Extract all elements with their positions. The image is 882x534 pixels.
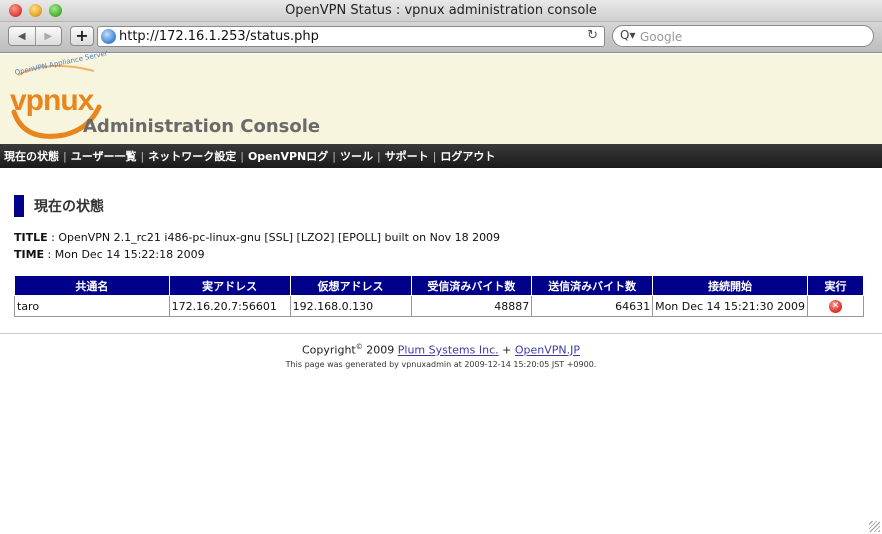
cell-common-name: taro — [14, 295, 170, 317]
openvpn-jp-link[interactable]: OpenVPN.JP — [515, 344, 580, 357]
window-titlebar: OpenVPN Status : vpnux administration co… — [0, 0, 882, 22]
time-value: : Mon Dec 14 15:22:18 2009 — [44, 248, 205, 261]
cell-real-address: 172.16.20.7:56601 — [168, 295, 291, 317]
menu-item-support[interactable]: サポート — [385, 148, 429, 164]
nav-button-group: ◀ ▶ — [8, 26, 62, 46]
column-header-bytes-sent[interactable]: 送信済みバイト数 — [531, 275, 654, 296]
time-info: TIME : Mon Dec 14 15:22:18 2009 — [14, 248, 205, 261]
section-heading: 現在の状態 — [14, 195, 104, 217]
main-menu: 現在の状態 | ユーザー一覧 | ネットワーク設定 | OpenVPNログ | … — [0, 144, 882, 168]
menu-item-network[interactable]: ネットワーク設定 — [148, 148, 236, 164]
window-title: OpenVPN Status : vpnux administration co… — [285, 3, 597, 18]
browser-toolbar: ◀ ▶ + http://172.16.1.253/status.php ↻ Q… — [0, 22, 882, 53]
cell-virtual-address: 192.168.0.130 — [289, 295, 412, 317]
delete-icon[interactable]: ✕ — [829, 299, 843, 313]
table-row: taro 172.16.20.7:56601 192.168.0.130 488… — [14, 295, 864, 317]
page-header: OpenVPN Appliance Server vpnux Administr… — [0, 49, 882, 144]
globe-icon — [101, 29, 116, 44]
copyright-year: 2009 — [362, 343, 398, 357]
resize-grip-icon[interactable] — [869, 521, 880, 532]
column-header-common-name[interactable]: 共通名 — [14, 275, 170, 296]
copyright-prefix: Copyright — [302, 343, 356, 357]
logo-text: vpnux — [10, 84, 94, 117]
menu-item-status[interactable]: 現在の状態 — [4, 148, 59, 164]
time-label: TIME — [14, 248, 45, 261]
cell-action: ✕ — [807, 295, 864, 317]
search-box[interactable]: Q▾ — [612, 25, 874, 47]
column-header-virtual-address[interactable]: 仮想アドレス — [289, 275, 412, 296]
column-header-connected-since[interactable]: 接続開始 — [652, 275, 809, 296]
console-title: Administration Console — [83, 116, 321, 137]
search-icon[interactable]: Q▾ — [620, 28, 635, 42]
url-text[interactable]: http://172.16.1.253/status.php — [119, 29, 319, 44]
column-header-action: 実行 — [807, 275, 864, 296]
back-button[interactable]: ◀ — [9, 27, 35, 45]
title-label: TITLE — [14, 231, 48, 244]
plum-systems-link[interactable]: Plum Systems Inc. — [398, 344, 499, 357]
forward-button[interactable]: ▶ — [34, 27, 62, 45]
page-title: 現在の状態 — [34, 199, 104, 215]
menu-item-log[interactable]: OpenVPNログ — [248, 148, 328, 164]
footer-generated: This page was generated by vpnuxadmin at… — [285, 360, 597, 369]
copyright-symbol: © — [355, 343, 363, 351]
menu-separator: | — [432, 149, 437, 163]
address-bar[interactable]: http://172.16.1.253/status.php ↻ — [97, 26, 605, 47]
cell-bytes-sent: 64631 — [531, 295, 654, 317]
menu-item-tools[interactable]: ツール — [340, 148, 373, 164]
connection-table: 共通名 実アドレス 仮想アドレス 受信済みバイト数 送信済みバイト数 接続開始 … — [14, 275, 864, 317]
column-header-bytes-received[interactable]: 受信済みバイト数 — [410, 275, 533, 296]
menu-separator: | — [140, 149, 145, 163]
add-bookmark-button[interactable]: + — [70, 26, 94, 46]
menu-item-logout[interactable]: ログアウト — [440, 148, 495, 164]
table-header-row: 共通名 実アドレス 仮想アドレス 受信済みバイト数 送信済みバイト数 接続開始 … — [14, 275, 864, 296]
title-info: TITLE : OpenVPN 2.1_rc21 i486-pc-linux-g… — [14, 231, 500, 244]
menu-separator: | — [332, 149, 336, 163]
cell-bytes-received: 48887 — [410, 295, 533, 317]
menu-separator: | — [63, 149, 67, 163]
footer-copyright: Copyright© 2009 Plum Systems Inc. + Open… — [0, 343, 882, 357]
menu-item-users[interactable]: ユーザー一覧 — [71, 148, 137, 164]
cell-connected-since: Mon Dec 14 15:21:30 2009 — [652, 295, 809, 317]
menu-separator: | — [240, 149, 244, 163]
reload-icon[interactable]: ↻ — [587, 28, 598, 43]
title-value: : OpenVPN 2.1_rc21 i486-pc-linux-gnu [SS… — [47, 231, 501, 244]
heading-marker — [14, 195, 24, 217]
footer-divider — [0, 333, 882, 334]
search-input[interactable] — [640, 29, 860, 44]
footer-plus: + — [498, 343, 515, 357]
column-header-real-address[interactable]: 実アドレス — [168, 275, 291, 296]
menu-separator: | — [376, 149, 381, 163]
